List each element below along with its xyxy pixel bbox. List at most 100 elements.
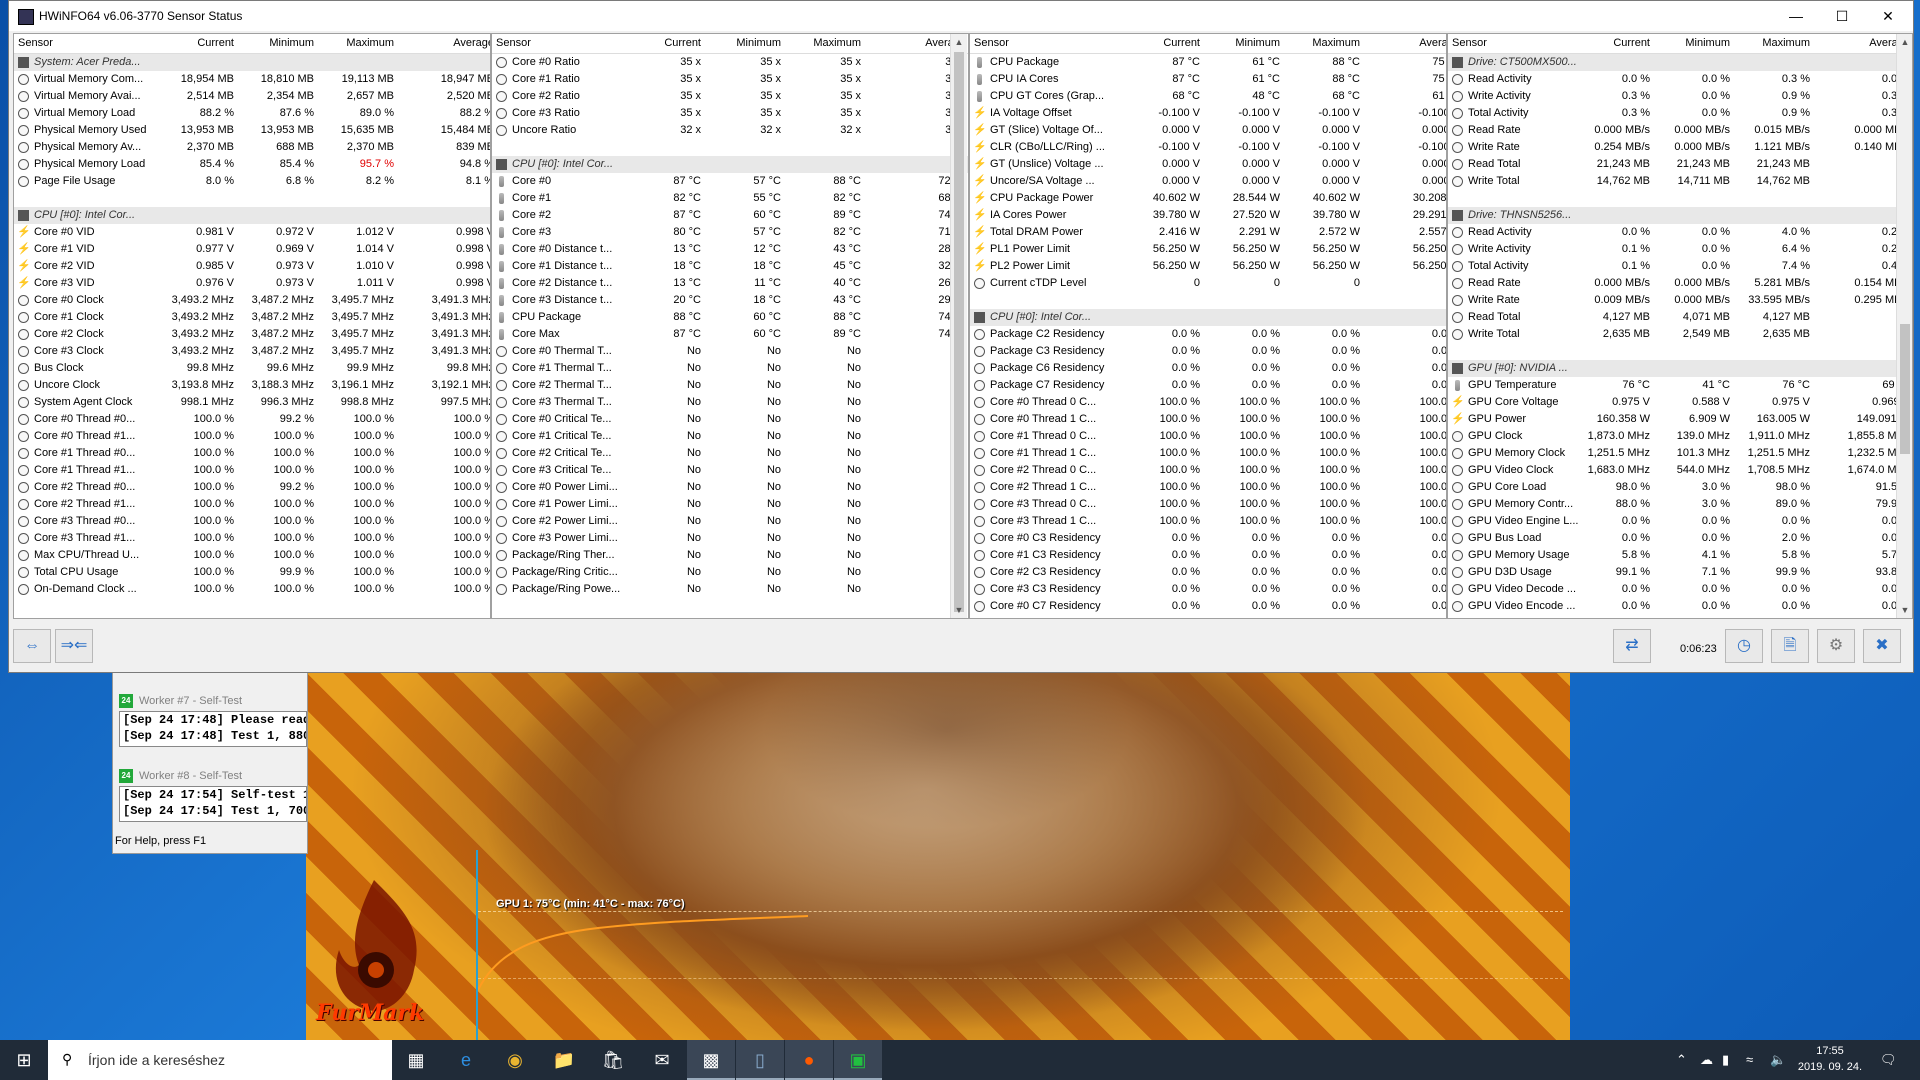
close-button[interactable]: ✕ — [1865, 1, 1911, 31]
sensor-group-header[interactable]: Drive: CT500MX500... — [1448, 54, 1912, 71]
sensor-row[interactable]: Physical Memory Used 13,953 MB 13,953 MB 15… — [14, 122, 490, 139]
column-header[interactable]: SensorCurrentMinimumMaximumAverage — [970, 34, 1446, 54]
sensor-row[interactable]: Uncore Ratio32 x32 x32 x32 x — [492, 122, 968, 139]
sensor-row[interactable]: GT (Unslice) Voltage ... 0.000 V 0.000 V 0.… — [970, 156, 1446, 173]
worker-panel[interactable]: 24 Worker #7 - Self-Test [Sep 24 17:48] P… — [113, 691, 307, 747]
sensor-row[interactable]: Write Total 2,635 MB 2,549 MB 2,635 MB — [1448, 326, 1912, 343]
onedrive-icon[interactable]: ☁ — [1700, 1040, 1713, 1080]
sensor-row[interactable]: Core #3 VID 0.976 V 0.973 V 1.011 V 0.998 V — [14, 275, 490, 292]
sensor-row[interactable]: Virtual Memory Load 88.2 % 87.6 % 89.0 % 88.… — [14, 105, 490, 122]
scroll-up-icon[interactable]: ▲ — [951, 34, 967, 50]
sensor-row[interactable]: System Agent Clock 998.1 MHz 996.3 MHz 998.… — [14, 394, 490, 411]
volume-icon[interactable]: 🔈 — [1770, 1040, 1786, 1080]
column-header[interactable]: SensorCurrentMinimumMaximumAverage — [1448, 34, 1912, 54]
column-current[interactable]: Current — [1613, 37, 1650, 49]
sensor-row[interactable]: Read Rate 0.000 MB/s 0.000 MB/s 5.281 MB/s 0… — [1448, 275, 1912, 292]
edge-icon[interactable]: e — [442, 1040, 490, 1080]
sensor-row[interactable]: Total Activity0.1 %0.0 %7.4 %0.4 % — [1448, 258, 1912, 275]
sensor-row[interactable]: Core #0 Critical Te... No No No — [492, 411, 968, 428]
sensor-group-header[interactable]: GPU [#0]: NVIDIA ... — [1448, 360, 1912, 377]
sensor-group-header[interactable]: System: Acer Preda... — [14, 54, 490, 71]
sensor-row[interactable]: GPU Power160.358 W6.909 W163.005 W149.09… — [1448, 411, 1912, 428]
scroll-thumb[interactable] — [1900, 324, 1910, 454]
sensor-row[interactable]: GPU Memory Contr... 88.0 % 3.0 % 89.0 % 79.9… — [1448, 496, 1912, 513]
prime95-window[interactable]: 24 Worker #7 - Self-Test [Sep 24 17:48] P… — [112, 670, 308, 854]
maximize-button[interactable]: ☐ — [1819, 1, 1865, 31]
sensor-row[interactable]: GPU Video Decode ...0.0 %0.0 %0.0 %0.0 % — [1448, 581, 1912, 598]
sensor-row[interactable]: CPU Package88 °C60 °C88 °C74 °C — [492, 309, 968, 326]
column-average[interactable]: Average — [1419, 37, 1446, 49]
network-icon[interactable]: ⇄ — [1613, 629, 1651, 663]
sensor-row[interactable]: Write Activity0.1 %0.0 %6.4 %0.2 % — [1448, 241, 1912, 258]
sensor-row[interactable]: GPU Core Voltage0.975 V0.588 V0.975 V0.9… — [1448, 394, 1912, 411]
sensor-pane[interactable]: Sensor Current Minimum Maximum Average Core #… — [491, 33, 969, 619]
column-minimum[interactable]: Minimum — [269, 37, 314, 49]
sensor-row[interactable]: Core #1 VID 0.977 V 0.969 V 1.014 V 0.998 V — [14, 241, 490, 258]
column-sensor[interactable]: Sensor — [496, 37, 531, 49]
sensor-row[interactable]: Core #0 Ratio35 x35 x35 x35 x — [492, 54, 968, 71]
title-bar[interactable]: HWiNFO64 v6.06-3770 Sensor Status — ☐ ✕ — [9, 1, 1913, 31]
taskbar-clock[interactable]: 17:55 2019. 09. 24. — [1790, 1043, 1870, 1075]
sensor-row[interactable]: Core #2 Distance t...13 °C11 °C40 °C26 °… — [492, 275, 968, 292]
battery-icon[interactable]: ▮ — [1722, 1040, 1729, 1080]
sensor-row[interactable]: Core #3 Thermal T... No No No — [492, 394, 968, 411]
file-explorer-icon[interactable]: 📁 — [540, 1040, 588, 1080]
sensor-row[interactable]: Core #1 C3 Residency 0.0 % 0.0 % 0.0 % 0.0 % — [970, 547, 1446, 564]
sensor-row[interactable]: Core #0 Thread 0 C... 100.0 % 100.0 % 100.0… — [970, 394, 1446, 411]
sensor-row[interactable]: Core #1 Power Limi... No No No — [492, 496, 968, 513]
sensor-row[interactable]: CPU IA Cores 87 °C 61 °C 88 °C 75 °C — [970, 71, 1446, 88]
sensor-row[interactable]: IA Voltage Offset -0.100 V -0.100 V -0.100 … — [970, 105, 1446, 122]
clock-reset-icon[interactable]: ◷ — [1725, 629, 1763, 663]
sensor-row[interactable]: Core #1 Thermal T... No No No — [492, 360, 968, 377]
sensor-row[interactable]: Bus Clock 99.8 MHz 99.6 MHz 99.9 MHz 99.8 MH… — [14, 360, 490, 377]
sensor-row[interactable]: Core #2 C3 Residency 0.0 % 0.0 % 0.0 % 0.0 % — [970, 564, 1446, 581]
sensor-row[interactable]: Virtual Memory Avai... 2,514 MB 2,354 MB 2,… — [14, 88, 490, 105]
sensor-row[interactable]: Core #2 Thread #1... 100.0 % 100.0 % 100.0 … — [14, 496, 490, 513]
furmark-taskbar-icon[interactable]: ● — [785, 1040, 833, 1080]
action-center-icon[interactable]: 🗨 — [1880, 1040, 1897, 1080]
logging-icon[interactable]: 🗎 — [1771, 629, 1809, 663]
sensor-row[interactable]: CPU Package Power 40.602 W 28.544 W 40.602 … — [970, 190, 1446, 207]
sensor-row[interactable]: Core #1 Thread #1... 100.0 % 100.0 % 100.0 … — [14, 462, 490, 479]
vertical-scrollbar[interactable]: ▲ ▼ — [1896, 34, 1912, 618]
hwinfo-window[interactable]: HWiNFO64 v6.06-3770 Sensor Status — ☐ ✕ … — [8, 0, 1914, 673]
column-sensor[interactable]: Sensor — [974, 37, 1009, 49]
sensor-row[interactable]: Core #3 Distance t...20 °C18 °C43 °C29 °… — [492, 292, 968, 309]
sensor-row[interactable]: Read Total 4,127 MB 4,071 MB 4,127 MB — [1448, 309, 1912, 326]
sensor-row[interactable]: Total DRAM Power 2.416 W 2.291 W 2.572 W 2.5… — [970, 224, 1446, 241]
sensor-row[interactable]: Core #1 Thread #0... 100.0 % 100.0 % 100.0 … — [14, 445, 490, 462]
sensor-row[interactable]: Total CPU Usage 100.0 % 99.9 % 100.0 % 100.0… — [14, 564, 490, 581]
sensor-row[interactable]: Package/Ring Powe... No No No — [492, 581, 968, 598]
sensor-row[interactable]: Total Activity0.3 %0.0 %0.9 %0.3 % — [1448, 105, 1912, 122]
vertical-scrollbar[interactable]: ▲ ▼ — [950, 34, 967, 618]
sensor-row[interactable]: Write Rate 0.254 MB/s 0.000 MB/s 1.121 MB/s… — [1448, 139, 1912, 156]
column-minimum[interactable]: Minimum — [1235, 37, 1280, 49]
sensor-row[interactable]: GPU Video Encode ...0.0 %0.0 %0.0 %0.0 % — [1448, 598, 1912, 615]
sensor-row[interactable]: Core #2 Thread 1 C... 100.0 % 100.0 % 100.0… — [970, 479, 1446, 496]
close-sensors-icon[interactable]: ✖ — [1863, 629, 1901, 663]
sensor-row[interactable]: Physical Memory Av... 2,370 MB 688 MB 2,370… — [14, 139, 490, 156]
sensor-row[interactable]: Package C7 Residency 0.0 % 0.0 % 0.0 % 0.0 % — [970, 377, 1446, 394]
sensor-row[interactable]: Core #3 Clock 3,493.2 MHz 3,487.2 MHz 3,495… — [14, 343, 490, 360]
sensor-row[interactable]: GPU Bus Load0.0 %0.0 %2.0 %0.0 % — [1448, 530, 1912, 547]
sensor-row[interactable]: Page File Usage 8.0 % 6.8 % 8.2 % 8.1 % — [14, 173, 490, 190]
furmark-window[interactable]: GPU 1: 75°C (min: 41°C - max: 76°C) FurM… — [306, 670, 1570, 1040]
sensor-row[interactable]: Core #380 °C57 °C82 °C71 °C — [492, 224, 968, 241]
sensor-row[interactable]: Uncore/SA Voltage ... 0.000 V 0.000 V 0.000… — [970, 173, 1446, 190]
taskbar-search[interactable]: ⚲ Írjon ide a kereséshez — [48, 1040, 392, 1080]
sensor-row[interactable]: Core #3 Thread #1... 100.0 % 100.0 % 100.0 … — [14, 530, 490, 547]
scroll-down-icon[interactable]: ▼ — [1897, 602, 1912, 618]
sensor-row[interactable]: Core #3 Critical Te... No No No — [492, 462, 968, 479]
sensor-row[interactable]: PL1 Power Limit 56.250 W 56.250 W 56.250 W 5… — [970, 241, 1446, 258]
sensor-row[interactable]: Core #3 Thread 0 C... 100.0 % 100.0 % 100.0… — [970, 496, 1446, 513]
sensor-row[interactable]: Core #2 Clock 3,493.2 MHz 3,487.2 MHz 3,495… — [14, 326, 490, 343]
column-sensor[interactable]: Sensor — [18, 37, 53, 49]
sensor-row[interactable]: Core #087 °C57 °C88 °C72 °C — [492, 173, 968, 190]
column-maximum[interactable]: Maximum — [813, 37, 861, 49]
hwinfo-taskbar-icon[interactable]: ▩ — [687, 1040, 735, 1080]
sensor-row[interactable]: GPU Memory Clock 1,251.5 MHz 101.3 MHz 1,25… — [1448, 445, 1912, 462]
chrome-icon[interactable]: ◉ — [491, 1040, 539, 1080]
column-maximum[interactable]: Maximum — [1762, 37, 1810, 49]
sensor-row[interactable]: Write Activity0.3 %0.0 %0.9 %0.3 % — [1448, 88, 1912, 105]
column-average[interactable]: Average — [453, 37, 490, 49]
